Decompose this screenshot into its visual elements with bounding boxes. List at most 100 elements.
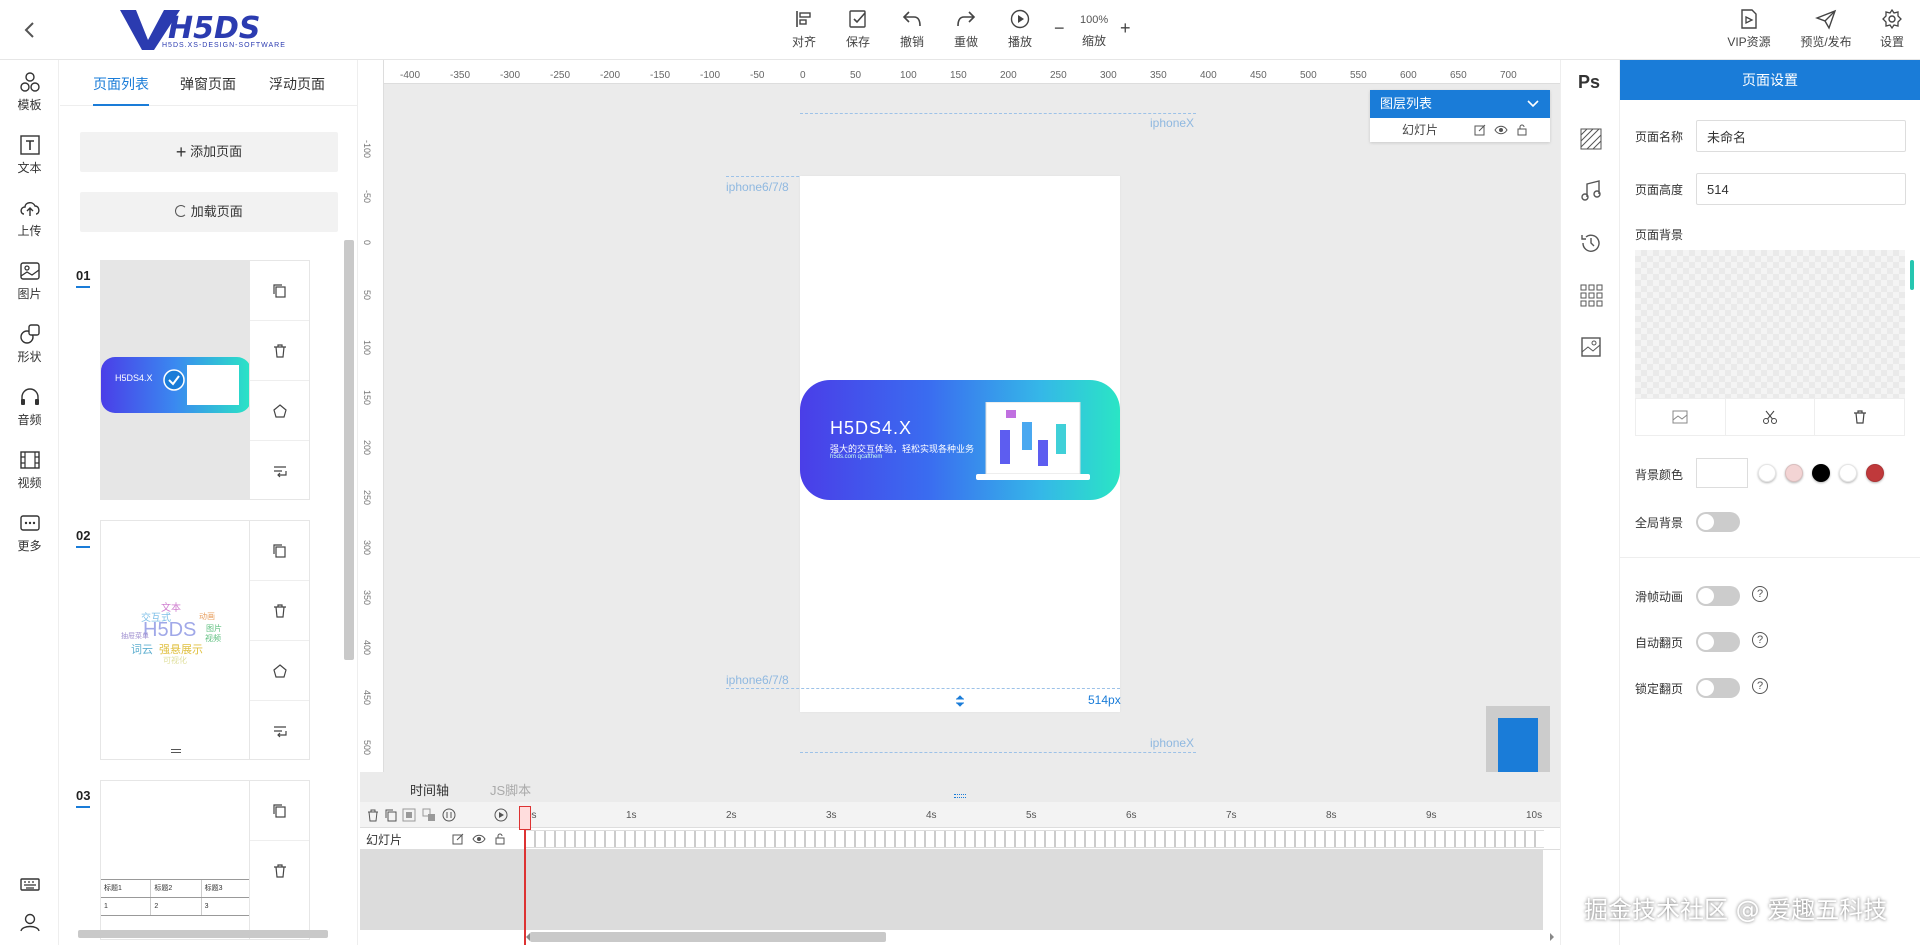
- unlock-icon[interactable]: [1516, 124, 1528, 136]
- zoom-percent: 100%: [1080, 14, 1109, 26]
- tab-float-pages[interactable]: 浮动页面: [269, 74, 325, 94]
- page-name-input[interactable]: [1696, 120, 1906, 152]
- user-button[interactable]: [0, 910, 59, 936]
- delete-page-button[interactable]: [250, 321, 309, 381]
- copy-page-button[interactable]: [250, 781, 309, 841]
- play-icon[interactable]: [494, 808, 508, 822]
- nav-video[interactable]: 视频: [0, 448, 59, 491]
- history-icon[interactable]: [1578, 230, 1604, 256]
- tab-js-script[interactable]: JS脚本: [490, 780, 531, 799]
- nav-audio[interactable]: 音频: [0, 385, 59, 428]
- nav-shape[interactable]: 形状: [0, 322, 59, 365]
- left-nav: 模板 文本 上传 图片 形状 音频 视频 更多: [0, 60, 59, 945]
- eye-icon[interactable]: [472, 833, 486, 845]
- add-page-button[interactable]: + 添加页面: [80, 132, 338, 172]
- edit-icon[interactable]: [1474, 124, 1486, 136]
- copy-page-button[interactable]: [250, 521, 309, 581]
- save-template-button[interactable]: [250, 641, 309, 701]
- insert-page-button[interactable]: [250, 441, 309, 501]
- logo-text: H5DS.XS-DESIGN-SOFTWARE: [162, 42, 286, 49]
- color-swatch[interactable]: [1839, 464, 1857, 482]
- texture-icon[interactable]: [1578, 126, 1604, 152]
- layer-item[interactable]: 幻灯片: [1370, 118, 1550, 142]
- page-height-input[interactable]: [1696, 173, 1906, 205]
- lock-flip-toggle[interactable]: [1696, 678, 1740, 698]
- timeline-tick-label: 10s: [1526, 810, 1543, 821]
- help-icon[interactable]: ?: [1752, 586, 1768, 602]
- undo-button[interactable]: 撤销: [890, 8, 934, 50]
- scroll-right-icon[interactable]: [1548, 933, 1556, 941]
- nav-template[interactable]: 模板: [0, 70, 59, 113]
- grid-icon[interactable]: [1578, 282, 1604, 308]
- play-button[interactable]: 播放: [998, 8, 1042, 50]
- page-list-hscrollbar[interactable]: [78, 930, 328, 938]
- layer-panel-header[interactable]: 图层列表: [1370, 90, 1550, 118]
- timeline-scrollbar[interactable]: [530, 932, 886, 942]
- copy-icon[interactable]: [384, 808, 398, 822]
- page-list-scrollbar[interactable]: [344, 240, 354, 660]
- save-button[interactable]: 保存: [836, 8, 880, 50]
- keyboard-shortcut-button[interactable]: [0, 872, 59, 898]
- laptop-illustration: [976, 402, 1090, 480]
- edit-icon[interactable]: [452, 833, 464, 845]
- photoshop-import-icon[interactable]: Ps: [1578, 72, 1604, 98]
- ungroup-icon[interactable]: [422, 808, 436, 822]
- color-swatch[interactable]: [1866, 464, 1884, 482]
- group-icon[interactable]: [402, 808, 416, 822]
- preview-publish-button[interactable]: 预览/发布: [1796, 8, 1856, 50]
- tab-popup-pages[interactable]: 弹窗页面: [180, 74, 236, 94]
- color-swatch[interactable]: [1812, 464, 1830, 482]
- save-template-button[interactable]: [250, 381, 309, 441]
- scroll-left-icon[interactable]: [524, 933, 532, 941]
- load-page-button[interactable]: 加载页面: [80, 192, 338, 232]
- trash-icon[interactable]: [366, 808, 380, 822]
- playhead-handle[interactable]: [519, 806, 531, 830]
- settings-scrollbar[interactable]: [1910, 260, 1914, 290]
- music-icon[interactable]: [1578, 178, 1604, 204]
- delete-page-button[interactable]: [250, 841, 309, 901]
- background-preview[interactable]: [1635, 250, 1905, 398]
- delete-background-button[interactable]: [1815, 399, 1904, 435]
- text-icon: [19, 135, 40, 155]
- zoom-out-button[interactable]: −: [1054, 18, 1065, 39]
- nav-text[interactable]: 文本: [0, 133, 59, 176]
- background-color-picker[interactable]: [1696, 458, 1748, 488]
- image-frame-icon[interactable]: [1578, 334, 1604, 360]
- color-swatch[interactable]: [1785, 464, 1803, 482]
- color-swatch[interactable]: [1758, 464, 1776, 482]
- settings-button[interactable]: 设置: [1870, 8, 1914, 50]
- tab-timeline[interactable]: 时间轴: [391, 780, 468, 804]
- slide-banner-element[interactable]: H5DS4.X 强大的交互体验，轻松实现各种业务 h5ds.com qcafth…: [800, 380, 1120, 500]
- global-background-toggle[interactable]: [1696, 512, 1740, 532]
- page-thumbnail[interactable]: 文本 交互式 动画 H5DS 图片 视频 词云 强悬展示 抽屉菜单 可视化: [100, 520, 250, 760]
- slide-animation-toggle[interactable]: [1696, 586, 1740, 606]
- trash-icon: [273, 603, 286, 618]
- back-icon[interactable]: [18, 18, 42, 42]
- page-resize-handle[interactable]: [954, 695, 966, 707]
- pause-icon[interactable]: [442, 808, 456, 822]
- timeline-track[interactable]: 幻灯片: [360, 828, 1560, 850]
- zoom-in-button[interactable]: +: [1120, 18, 1131, 39]
- nav-upload[interactable]: 上传: [0, 196, 59, 239]
- insert-page-button[interactable]: [250, 701, 309, 761]
- copy-page-button[interactable]: [250, 261, 309, 321]
- unlock-icon[interactable]: [494, 833, 506, 845]
- timeline-drag-handle[interactable]: [954, 794, 966, 798]
- thumb-table-cell: 1: [101, 898, 152, 915]
- crop-button[interactable]: [1726, 399, 1816, 435]
- page-thumbnail[interactable]: H5DS4.X: [100, 260, 250, 500]
- choose-image-button[interactable]: [1636, 399, 1726, 435]
- auto-flip-toggle[interactable]: [1696, 632, 1740, 652]
- tab-page-list[interactable]: 页面列表: [93, 74, 149, 106]
- nav-more[interactable]: 更多: [0, 511, 59, 554]
- vip-resource-button[interactable]: VIP资源: [1724, 8, 1774, 50]
- page-thumbnail[interactable]: 标题1 标题2 标题3 1 2 3: [100, 780, 250, 940]
- redo-button[interactable]: 重做: [944, 8, 988, 50]
- help-icon[interactable]: ?: [1752, 678, 1768, 694]
- delete-page-button[interactable]: [250, 581, 309, 641]
- nav-image[interactable]: 图片: [0, 259, 59, 302]
- align-button[interactable]: 对齐: [782, 8, 826, 50]
- chevron-down-icon[interactable]: [1526, 98, 1540, 110]
- help-icon[interactable]: ?: [1752, 632, 1768, 648]
- eye-icon[interactable]: [1494, 124, 1508, 136]
